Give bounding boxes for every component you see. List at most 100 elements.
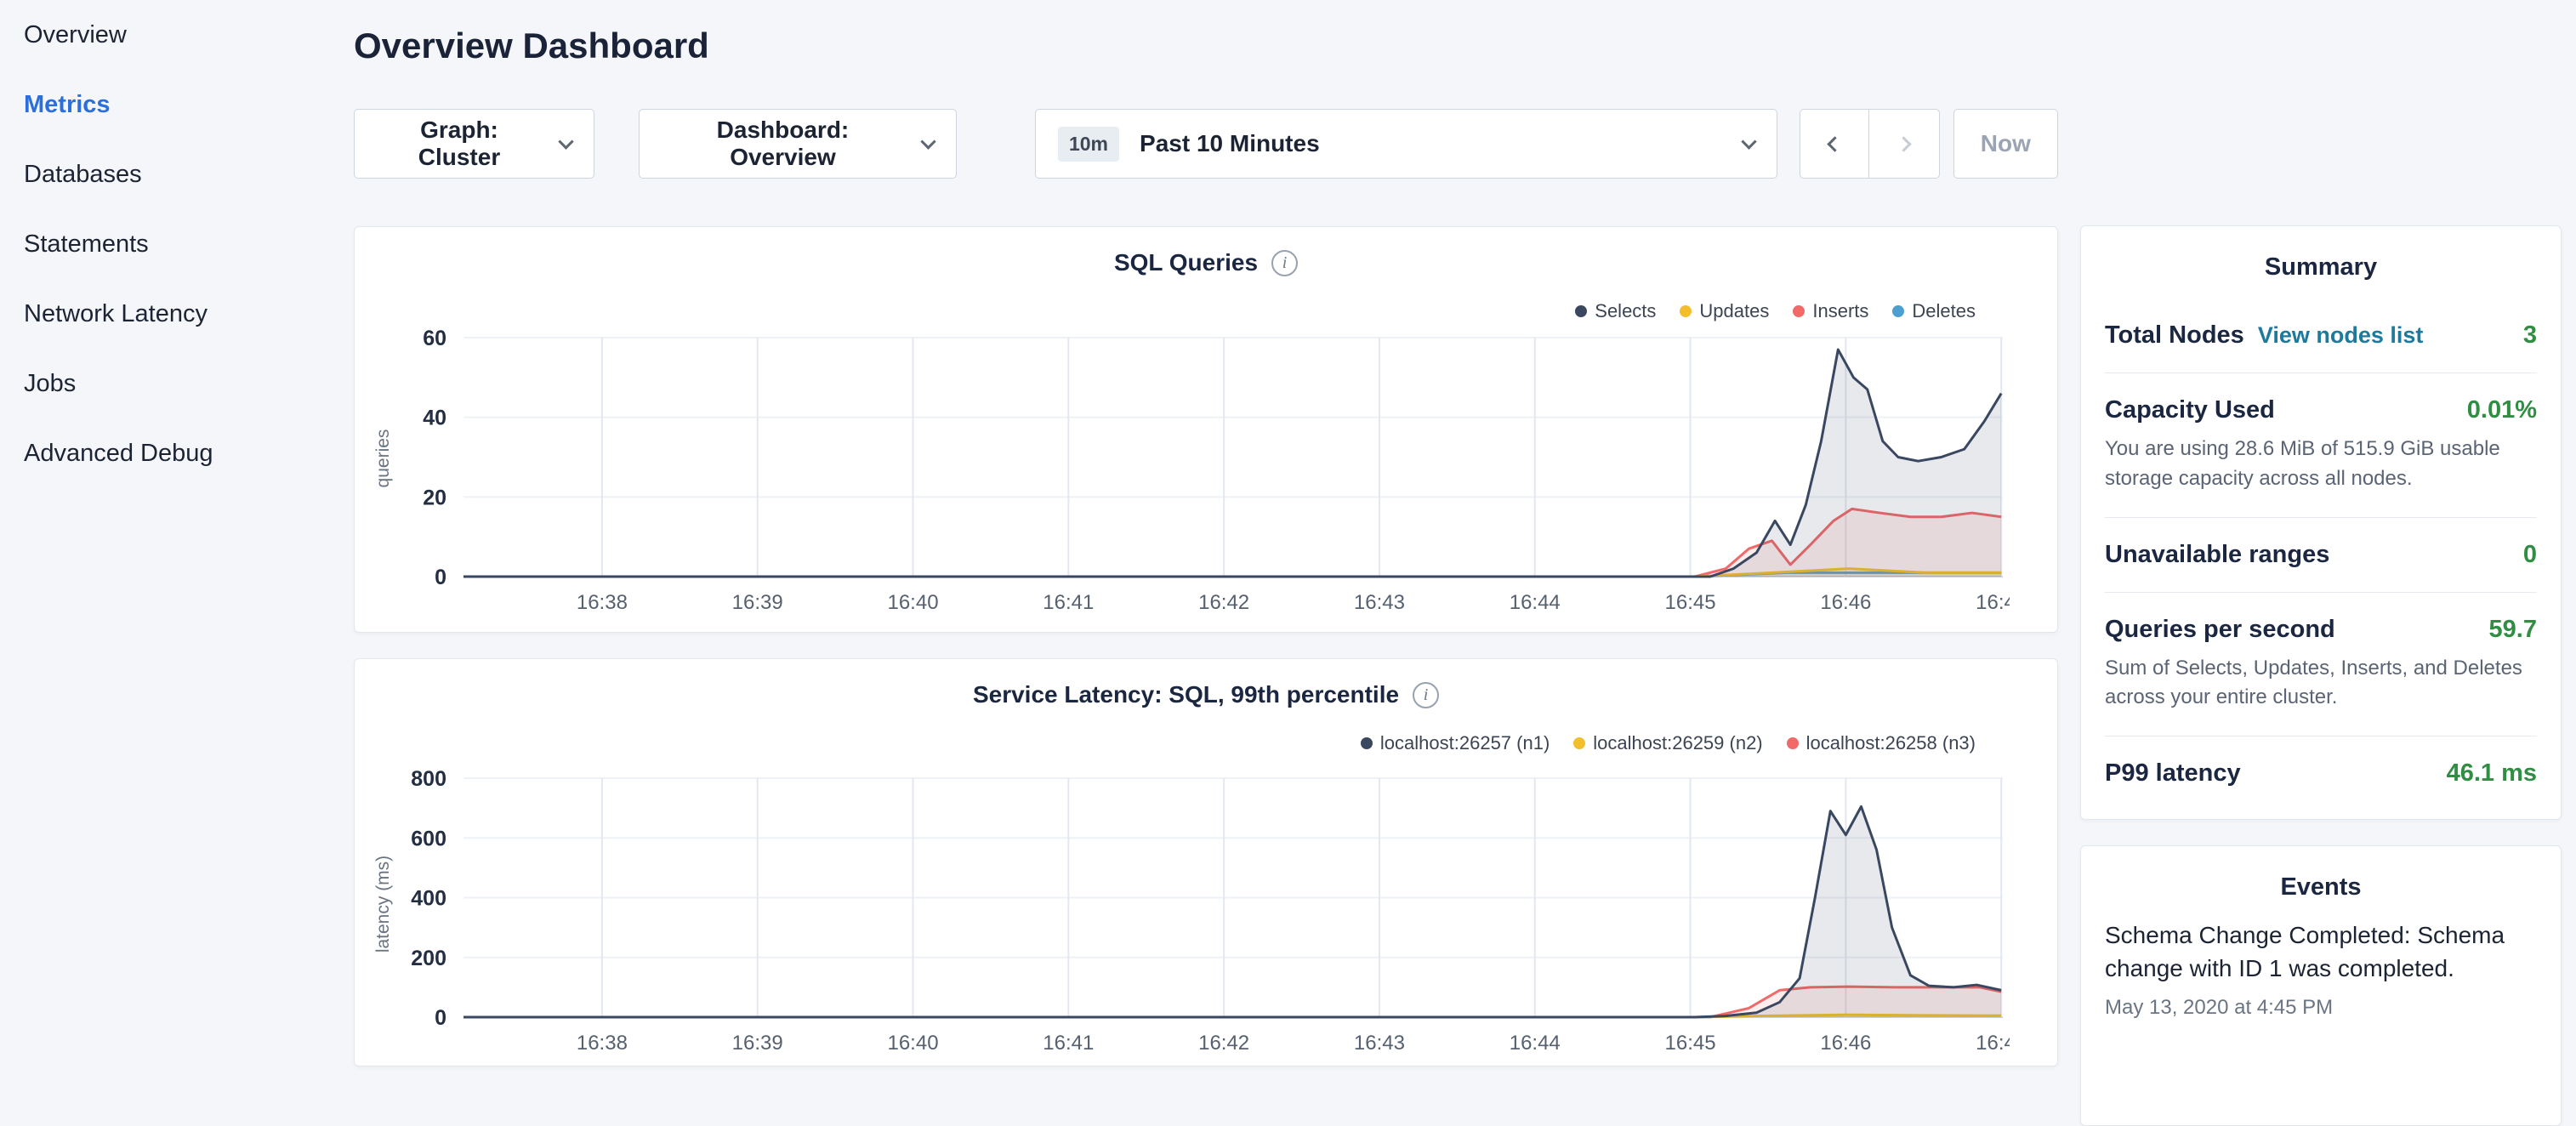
sidebar-item-overview[interactable]: Overview (0, 0, 323, 70)
summary-row-label: Total Nodes (2105, 321, 2244, 350)
service-latency-plot[interactable]: 020040060080016:3816:3916:4016:4116:4216… (390, 768, 2010, 1061)
legend-label: Deletes (1912, 300, 1976, 322)
svg-text:16:46: 16:46 (1820, 591, 1871, 614)
chevron-down-icon (1741, 134, 1756, 149)
legend-label: localhost:26259 (n2) (1593, 732, 1762, 754)
info-icon[interactable]: i (1413, 682, 1439, 708)
sql-queries-chart-card: SQL Queries i Selects Updates Inserts De… (354, 226, 2058, 633)
dashboard-dropdown-label: Dashboard: Overview (662, 117, 904, 171)
toolbar: Graph: Cluster Dashboard: Overview 10m P… (354, 109, 2058, 179)
svg-text:600: 600 (411, 827, 446, 850)
svg-text:16:45: 16:45 (1665, 591, 1716, 614)
info-icon[interactable]: i (1271, 250, 1298, 276)
dashboard-dropdown[interactable]: Dashboard: Overview (639, 109, 957, 179)
events-title: Events (2105, 873, 2537, 901)
sidebar-item-metrics[interactable]: Metrics (0, 70, 323, 139)
legend-item-n2[interactable]: localhost:26259 (n2) (1573, 732, 1762, 754)
chevron-left-icon (1827, 136, 1842, 151)
legend-label: localhost:26258 (n3) (1806, 732, 1976, 754)
sidebar-item-jobs[interactable]: Jobs (0, 349, 323, 418)
legend-label: Selects (1595, 300, 1656, 322)
time-back-button[interactable] (1800, 109, 1870, 179)
legend-item-deletes[interactable]: Deletes (1892, 300, 1976, 322)
summary-row-value: 59.7 (2489, 616, 2537, 644)
svg-text:16:39: 16:39 (732, 591, 783, 614)
chevron-down-icon (558, 134, 573, 149)
summary-row-label: Queries per second (2105, 616, 2335, 644)
summary-row-value: 0.01% (2467, 396, 2537, 424)
summary-title: Summary (2105, 253, 2537, 282)
legend-item-n1[interactable]: localhost:26257 (n1) (1361, 732, 1550, 754)
svg-text:16:41: 16:41 (1043, 591, 1094, 614)
right-column: Summary Total Nodes View nodes list 3 Ca… (2080, 225, 2562, 1126)
chevron-right-icon (1896, 136, 1912, 151)
legend-item-selects[interactable]: Selects (1575, 300, 1656, 322)
legend-item-updates[interactable]: Updates (1680, 300, 1769, 322)
summary-row-capacity-used: Capacity Used 0.01% You are using 28.6 M… (2105, 372, 2537, 517)
svg-text:16:42: 16:42 (1198, 591, 1249, 614)
time-range-badge: 10m (1058, 127, 1119, 162)
sidebar-item-databases[interactable]: Databases (0, 139, 323, 209)
event-item: Schema Change Completed: Schema change w… (2105, 918, 2537, 1019)
summary-row-value: 0 (2523, 541, 2537, 569)
chevron-down-icon (920, 134, 935, 149)
events-card: Events Schema Change Completed: Schema c… (2080, 845, 2562, 1126)
time-forward-button[interactable] (1868, 109, 1939, 179)
legend-item-inserts[interactable]: Inserts (1793, 300, 1868, 322)
graph-dropdown-label: Graph: Cluster (377, 117, 542, 171)
legend-item-n3[interactable]: localhost:26258 (n3) (1787, 732, 1976, 754)
svg-text:800: 800 (411, 768, 446, 791)
svg-text:40: 40 (423, 407, 446, 430)
event-text: Schema Change Completed: Schema change w… (2105, 918, 2537, 985)
summary-row-description: Sum of Selects, Updates, Inserts, and De… (2105, 654, 2537, 714)
summary-row-value: 3 (2523, 321, 2537, 350)
svg-text:200: 200 (411, 947, 446, 970)
time-range-label: Past 10 Minutes (1140, 130, 1320, 157)
svg-text:0: 0 (435, 566, 446, 589)
svg-text:0: 0 (435, 1006, 446, 1030)
now-button-label: Now (1981, 130, 2031, 157)
summary-row-label: Capacity Used (2105, 396, 2275, 424)
summary-row-description: You are using 28.6 MiB of 515.9 GiB usab… (2105, 435, 2537, 494)
chart-legend: Selects Updates Inserts Deletes (1575, 300, 1976, 322)
svg-text:16:38: 16:38 (577, 591, 628, 614)
svg-text:16:43: 16:43 (1354, 591, 1405, 614)
legend-dot-icon (1793, 305, 1805, 317)
sidebar-item-advanced-debug[interactable]: Advanced Debug (0, 418, 323, 488)
summary-row-queries-per-second: Queries per second 59.7 Sum of Selects, … (2105, 592, 2537, 736)
event-timestamp: May 13, 2020 at 4:45 PM (2105, 996, 2537, 1020)
summary-row-unavailable-ranges: Unavailable ranges 0 (2105, 517, 2537, 592)
view-nodes-link[interactable]: View nodes list (2258, 322, 2424, 349)
main-content: Overview Dashboard Graph: Cluster Dashbo… (354, 0, 2058, 1066)
legend-dot-icon (1361, 737, 1373, 749)
summary-row-label: P99 latency (2105, 759, 2241, 788)
legend-dot-icon (1680, 305, 1692, 317)
svg-text:400: 400 (411, 887, 446, 911)
legend-dot-icon (1892, 305, 1904, 317)
graph-dropdown[interactable]: Graph: Cluster (354, 109, 594, 179)
svg-text:20: 20 (423, 486, 446, 509)
time-range-dropdown[interactable]: 10m Past 10 Minutes (1035, 109, 1777, 179)
sidebar-item-network-latency[interactable]: Network Latency (0, 279, 323, 349)
legend-dot-icon (1573, 737, 1585, 749)
svg-text:16:47: 16:47 (1976, 591, 2010, 614)
summary-row-p99-latency: P99 latency 46.1 ms (2105, 736, 2537, 810)
summary-row-value: 46.1 ms (2447, 759, 2537, 788)
service-latency-chart-card: Service Latency: SQL, 99th percentile i … (354, 658, 2058, 1066)
sql-queries-plot[interactable]: 020406016:3816:3916:4016:4116:4216:4316:… (390, 327, 2010, 621)
summary-row-label: Unavailable ranges (2105, 541, 2329, 569)
chart-legend: localhost:26257 (n1) localhost:26259 (n2… (1361, 732, 1976, 754)
summary-row-total-nodes: Total Nodes View nodes list 3 (2105, 299, 2537, 372)
now-button[interactable]: Now (1953, 109, 2058, 179)
svg-text:16:44: 16:44 (1510, 591, 1561, 614)
chart-title: SQL Queries (1114, 249, 1258, 276)
sidebar: Overview Metrics Databases Statements Ne… (0, 0, 323, 488)
legend-dot-icon (1575, 305, 1587, 317)
svg-text:60: 60 (423, 327, 446, 350)
legend-label: localhost:26257 (n1) (1380, 732, 1550, 754)
legend-label: Updates (1699, 300, 1769, 322)
legend-dot-icon (1787, 737, 1799, 749)
page-title: Overview Dashboard (354, 22, 2058, 70)
summary-card: Summary Total Nodes View nodes list 3 Ca… (2080, 225, 2562, 820)
sidebar-item-statements[interactable]: Statements (0, 209, 323, 279)
